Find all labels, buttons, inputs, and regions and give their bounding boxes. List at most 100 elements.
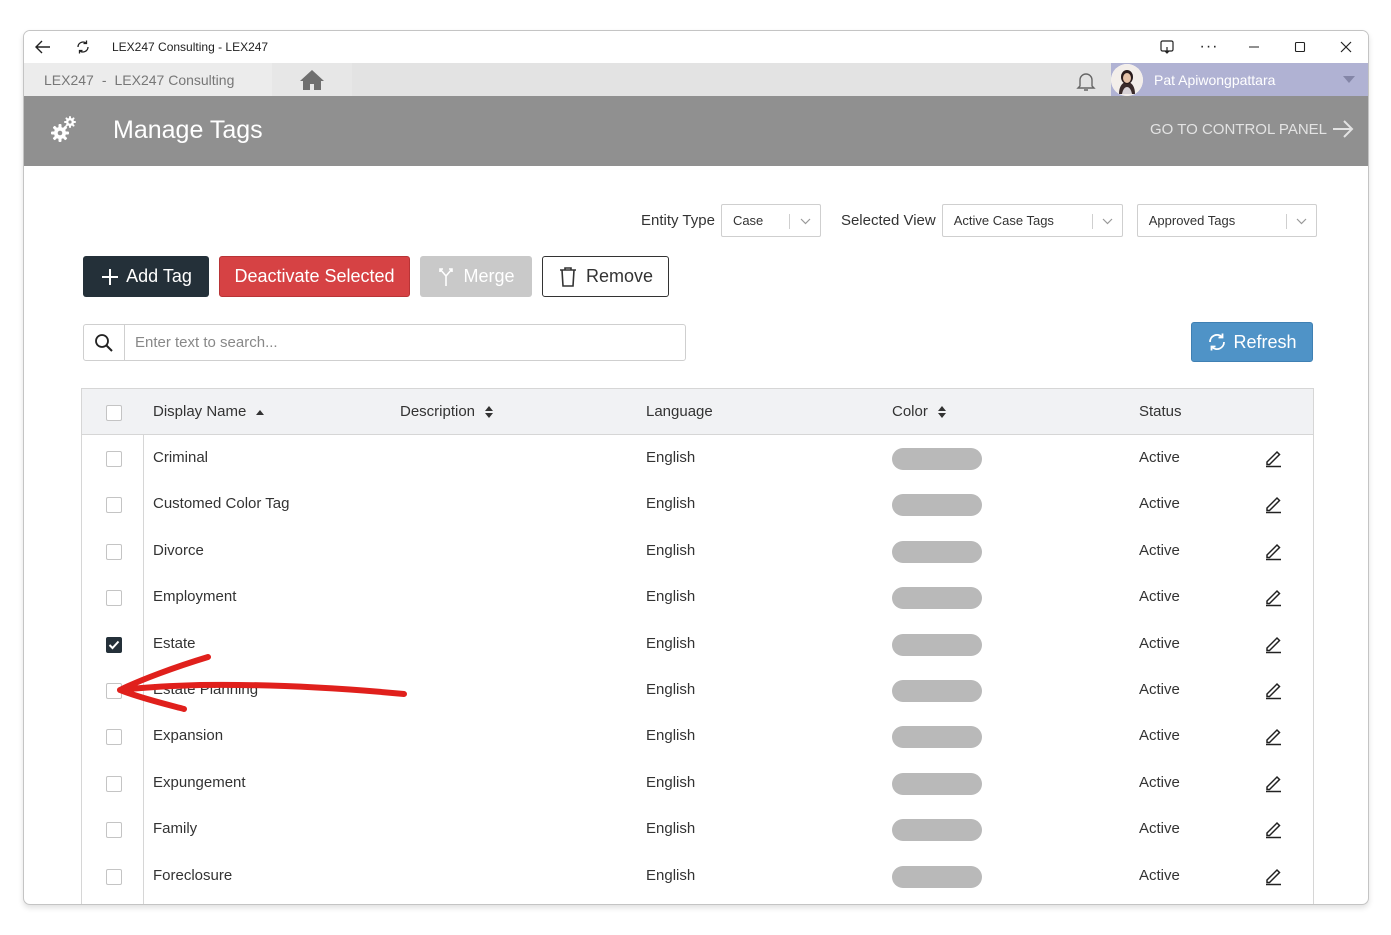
page-header: Manage Tags GO TO CONTROL PANEL bbox=[24, 96, 1368, 166]
merge-button[interactable]: Merge bbox=[420, 256, 532, 297]
add-tag-button[interactable]: Add Tag bbox=[83, 256, 209, 297]
refresh-button[interactable]: Refresh bbox=[1191, 322, 1313, 362]
remove-button[interactable]: Remove bbox=[542, 256, 669, 297]
table-row[interactable]: Divorce English Active bbox=[82, 529, 1313, 575]
arrow-right-icon bbox=[1333, 120, 1354, 138]
entity-type-select[interactable]: Case bbox=[720, 203, 821, 237]
cell-status: Active bbox=[1139, 820, 1180, 838]
entity-type-value: Case bbox=[732, 212, 764, 228]
row-checkbox[interactable] bbox=[106, 451, 122, 467]
row-checkbox[interactable] bbox=[106, 636, 122, 653]
cell-language: English bbox=[646, 681, 696, 698]
search-input[interactable] bbox=[125, 325, 685, 360]
row-checkbox[interactable] bbox=[106, 729, 122, 746]
user-name: Pat Apiwongpattara bbox=[1154, 71, 1276, 88]
cell-language: English bbox=[646, 727, 696, 745]
user-menu[interactable]: Pat Apiwongpattara bbox=[1111, 63, 1368, 96]
cell-display-name: Expungement bbox=[153, 773, 246, 791]
column-display-name-label: Display Name bbox=[153, 403, 247, 420]
table-row[interactable]: Expansion English Active bbox=[82, 714, 1313, 760]
home-button[interactable] bbox=[272, 63, 352, 96]
edit-icon[interactable] bbox=[1263, 587, 1283, 611]
breadcrumb-root[interactable]: LEX247 bbox=[44, 72, 94, 88]
color-swatch bbox=[892, 865, 982, 888]
minimize-icon[interactable] bbox=[1239, 31, 1269, 63]
cell-status: Active bbox=[1139, 541, 1180, 559]
edit-icon[interactable] bbox=[1263, 541, 1283, 565]
select-all-checkbox[interactable] bbox=[106, 405, 122, 421]
column-description[interactable]: Description bbox=[400, 403, 494, 420]
control-panel-label: GO TO CONTROL PANEL bbox=[1150, 120, 1327, 138]
row-checkbox[interactable] bbox=[106, 822, 122, 839]
cell-display-name: Criminal bbox=[153, 449, 209, 466]
edit-icon[interactable] bbox=[1263, 866, 1283, 890]
cell-status: Active bbox=[1139, 773, 1180, 791]
edit-icon[interactable] bbox=[1263, 494, 1283, 518]
bell-icon[interactable] bbox=[1074, 69, 1098, 98]
color-swatch bbox=[892, 680, 982, 702]
table-row[interactable]: Estate English Active bbox=[82, 622, 1313, 668]
color-swatch bbox=[892, 540, 982, 563]
tags-grid: Display Name Description Language Color … bbox=[81, 388, 1314, 904]
cell-status: Active bbox=[1139, 866, 1180, 884]
row-checkbox[interactable] bbox=[106, 543, 122, 560]
table-row[interactable]: Family English Active bbox=[82, 807, 1313, 853]
remove-label: Remove bbox=[585, 266, 654, 286]
chevron-down-icon bbox=[1102, 218, 1113, 224]
nav-bar: LEX247 - LEX247 Consulting Pat Apiwongpa… bbox=[24, 63, 1368, 96]
table-row[interactable]: Employment English Active bbox=[82, 575, 1313, 621]
maximize-icon[interactable] bbox=[1285, 31, 1315, 63]
back-arrow-icon[interactable] bbox=[28, 31, 58, 63]
color-swatch bbox=[892, 587, 982, 610]
column-language[interactable]: Language bbox=[646, 403, 713, 420]
column-status[interactable]: Status bbox=[1139, 403, 1182, 420]
approval-select[interactable]: Approved Tags bbox=[1136, 203, 1317, 237]
edit-icon[interactable] bbox=[1263, 726, 1283, 750]
row-checkbox[interactable] bbox=[106, 590, 122, 607]
cast-icon[interactable] bbox=[1152, 31, 1182, 63]
table-row[interactable]: Estate Planning English Active bbox=[82, 668, 1313, 714]
edit-icon[interactable] bbox=[1263, 819, 1283, 843]
breadcrumb[interactable]: LEX247 - LEX247 Consulting bbox=[24, 63, 272, 96]
edit-icon[interactable] bbox=[1263, 634, 1283, 658]
row-checkbox[interactable] bbox=[106, 497, 122, 514]
row-checkbox[interactable] bbox=[106, 775, 122, 792]
row-checkbox[interactable] bbox=[106, 868, 122, 885]
table-row[interactable]: Customed Color Tag English Active bbox=[82, 482, 1313, 528]
cell-status: Active bbox=[1139, 495, 1180, 513]
table-row[interactable]: Expungement English Active bbox=[82, 761, 1313, 807]
sort-asc-icon bbox=[256, 409, 265, 415]
app-window: LEX247 Consulting - LEX247 ··· LEX247 - … bbox=[23, 30, 1369, 905]
chevron-down-icon bbox=[800, 218, 811, 224]
selected-view-select[interactable]: Active Case Tags bbox=[941, 203, 1123, 237]
plus-icon bbox=[102, 268, 119, 285]
chevron-down-icon bbox=[1296, 218, 1307, 224]
avatar bbox=[1111, 63, 1143, 96]
table-row[interactable]: Criminal English Active bbox=[82, 436, 1313, 482]
close-icon[interactable] bbox=[1331, 31, 1361, 63]
column-description-label: Description bbox=[400, 403, 476, 420]
cell-language: English bbox=[646, 866, 696, 884]
cell-language: English bbox=[646, 588, 696, 606]
search-icon[interactable] bbox=[84, 325, 125, 360]
title-bar: LEX247 Consulting - LEX247 ··· bbox=[24, 31, 1368, 63]
edit-icon[interactable] bbox=[1263, 448, 1283, 472]
merge-icon bbox=[439, 267, 454, 286]
selected-view-value: Active Case Tags bbox=[953, 212, 1054, 228]
breadcrumb-firm[interactable]: LEX247 Consulting bbox=[115, 72, 235, 88]
reload-icon[interactable] bbox=[68, 31, 98, 63]
deactivate-selected-button[interactable]: Deactivate Selected bbox=[219, 256, 410, 297]
cell-display-name: Expansion bbox=[153, 727, 224, 745]
cell-display-name: Divorce bbox=[153, 541, 204, 559]
column-color[interactable]: Color bbox=[892, 403, 947, 420]
home-icon bbox=[300, 69, 324, 90]
edit-icon[interactable] bbox=[1263, 773, 1283, 797]
control-panel-link[interactable]: GO TO CONTROL PANEL bbox=[1150, 120, 1354, 138]
merge-label: Merge bbox=[463, 266, 515, 286]
more-icon[interactable]: ··· bbox=[1194, 31, 1224, 63]
edit-icon[interactable] bbox=[1263, 680, 1283, 704]
sort-both-icon bbox=[485, 405, 494, 418]
table-row[interactable]: Foreclosure English Active bbox=[82, 854, 1313, 900]
column-display-name[interactable]: Display Name bbox=[153, 403, 265, 420]
row-checkbox[interactable] bbox=[106, 683, 122, 699]
